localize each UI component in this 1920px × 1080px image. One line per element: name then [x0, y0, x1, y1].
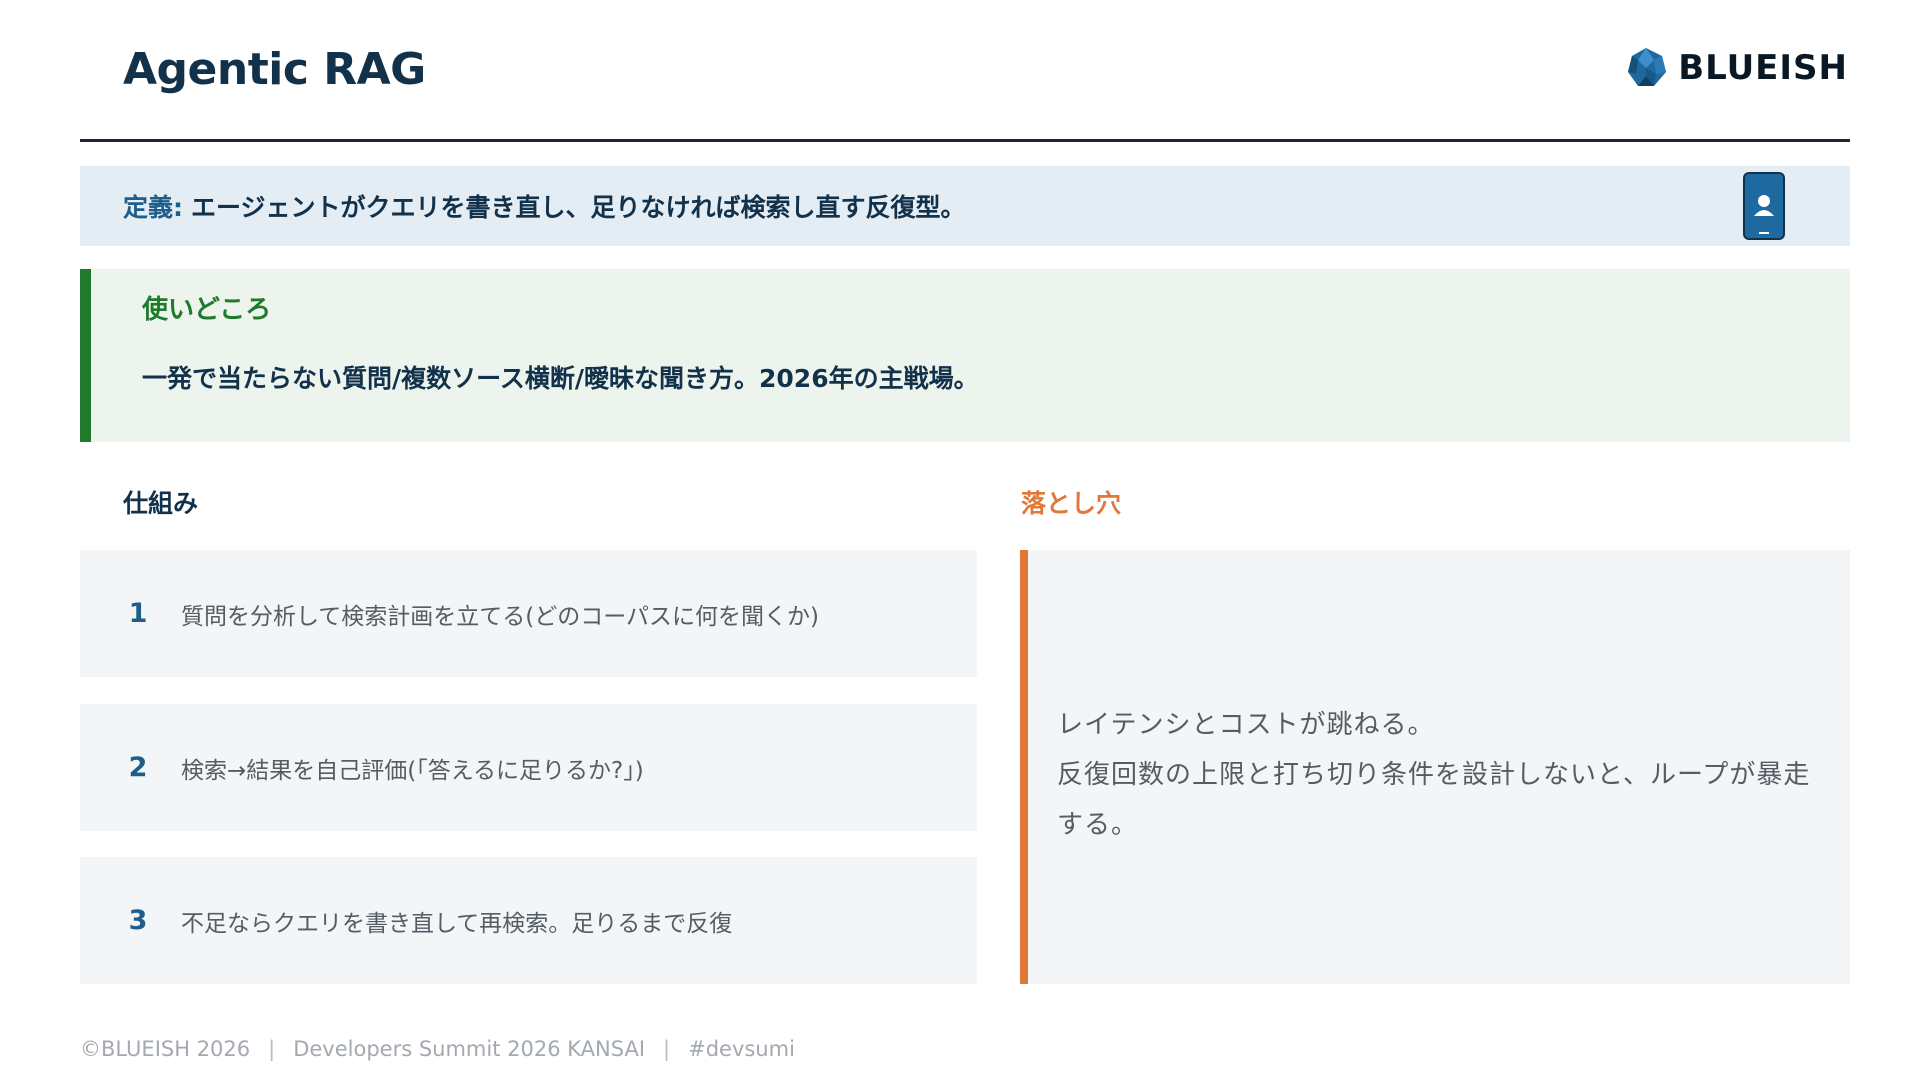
pitfall-line: 反復回数の上限と打ち切り条件を設計しないと、ループが暴走する。: [1057, 760, 1811, 840]
mechanism-step: 1 質問を分析して検索計画を立てる(どのコーパスに何を聞くか): [80, 550, 977, 677]
footer: ©BLUEISH 2026 | Developers Summit 2026 K…: [80, 1037, 795, 1061]
step-number: 2: [128, 752, 148, 783]
brand-logo: BLUEISH: [1624, 46, 1848, 90]
pitfalls-text: レイテンシとコストが跳ねる。 反復回数の上限と打ち切り条件を設計しないと、ループ…: [1057, 700, 1837, 850]
definition-banner: 定義: エージェントがクエリを書き直し、足りなければ検索し直す反復型。: [80, 166, 1850, 246]
pitfalls-heading: 落とし穴: [1021, 489, 1122, 518]
footer-event: Developers Summit 2026 KANSAI: [293, 1037, 646, 1061]
slide-title: Agentic RAG: [123, 44, 426, 95]
step-number: 1: [128, 598, 148, 629]
mechanism-step: 3 不足ならクエリを書き直して再検索。足りるまで反復: [80, 857, 977, 984]
title-divider: [80, 139, 1850, 142]
mechanism-step: 2 検索→結果を自己評価(「答えるに足りるか?」): [80, 704, 977, 831]
definition-text: エージェントがクエリを書き直し、足りなければ検索し直す反復型。: [191, 193, 966, 222]
brand-logo-text: BLUEISH: [1678, 48, 1848, 88]
pitfall-line: レイテンシとコストが跳ねる。: [1057, 710, 1435, 740]
blueish-logo-icon: [1628, 48, 1667, 86]
pitfalls-box: レイテンシとコストが跳ねる。 反復回数の上限と打ち切り条件を設計しないと、ループ…: [1020, 550, 1850, 984]
footer-separator: |: [268, 1037, 276, 1061]
footer-copyright: ©BLUEISH 2026: [80, 1037, 251, 1061]
step-number: 3: [128, 905, 148, 936]
definition-label: 定義:: [123, 193, 183, 222]
usage-text: 一発で当たらない質問/複数ソース横断/曖昧な聞き方。2026年の主戦場。: [142, 364, 979, 393]
usage-heading: 使いどころ: [142, 295, 272, 325]
footer-separator: |: [663, 1037, 671, 1061]
usage-section: 使いどころ 一発で当たらない質問/複数ソース横断/曖昧な聞き方。2026年の主戦…: [80, 269, 1850, 442]
smartphone-person-icon: [1743, 172, 1785, 240]
step-text: 不足ならクエリを書き直して再検索。足りるまで反復: [181, 910, 733, 937]
step-text: 検索→結果を自己評価(「答えるに足りるか?」): [181, 757, 644, 784]
step-text: 質問を分析して検索計画を立てる(どのコーパスに何を聞くか): [181, 603, 820, 630]
footer-hashtag: #devsumi: [688, 1037, 795, 1061]
mechanism-heading: 仕組み: [123, 489, 199, 518]
